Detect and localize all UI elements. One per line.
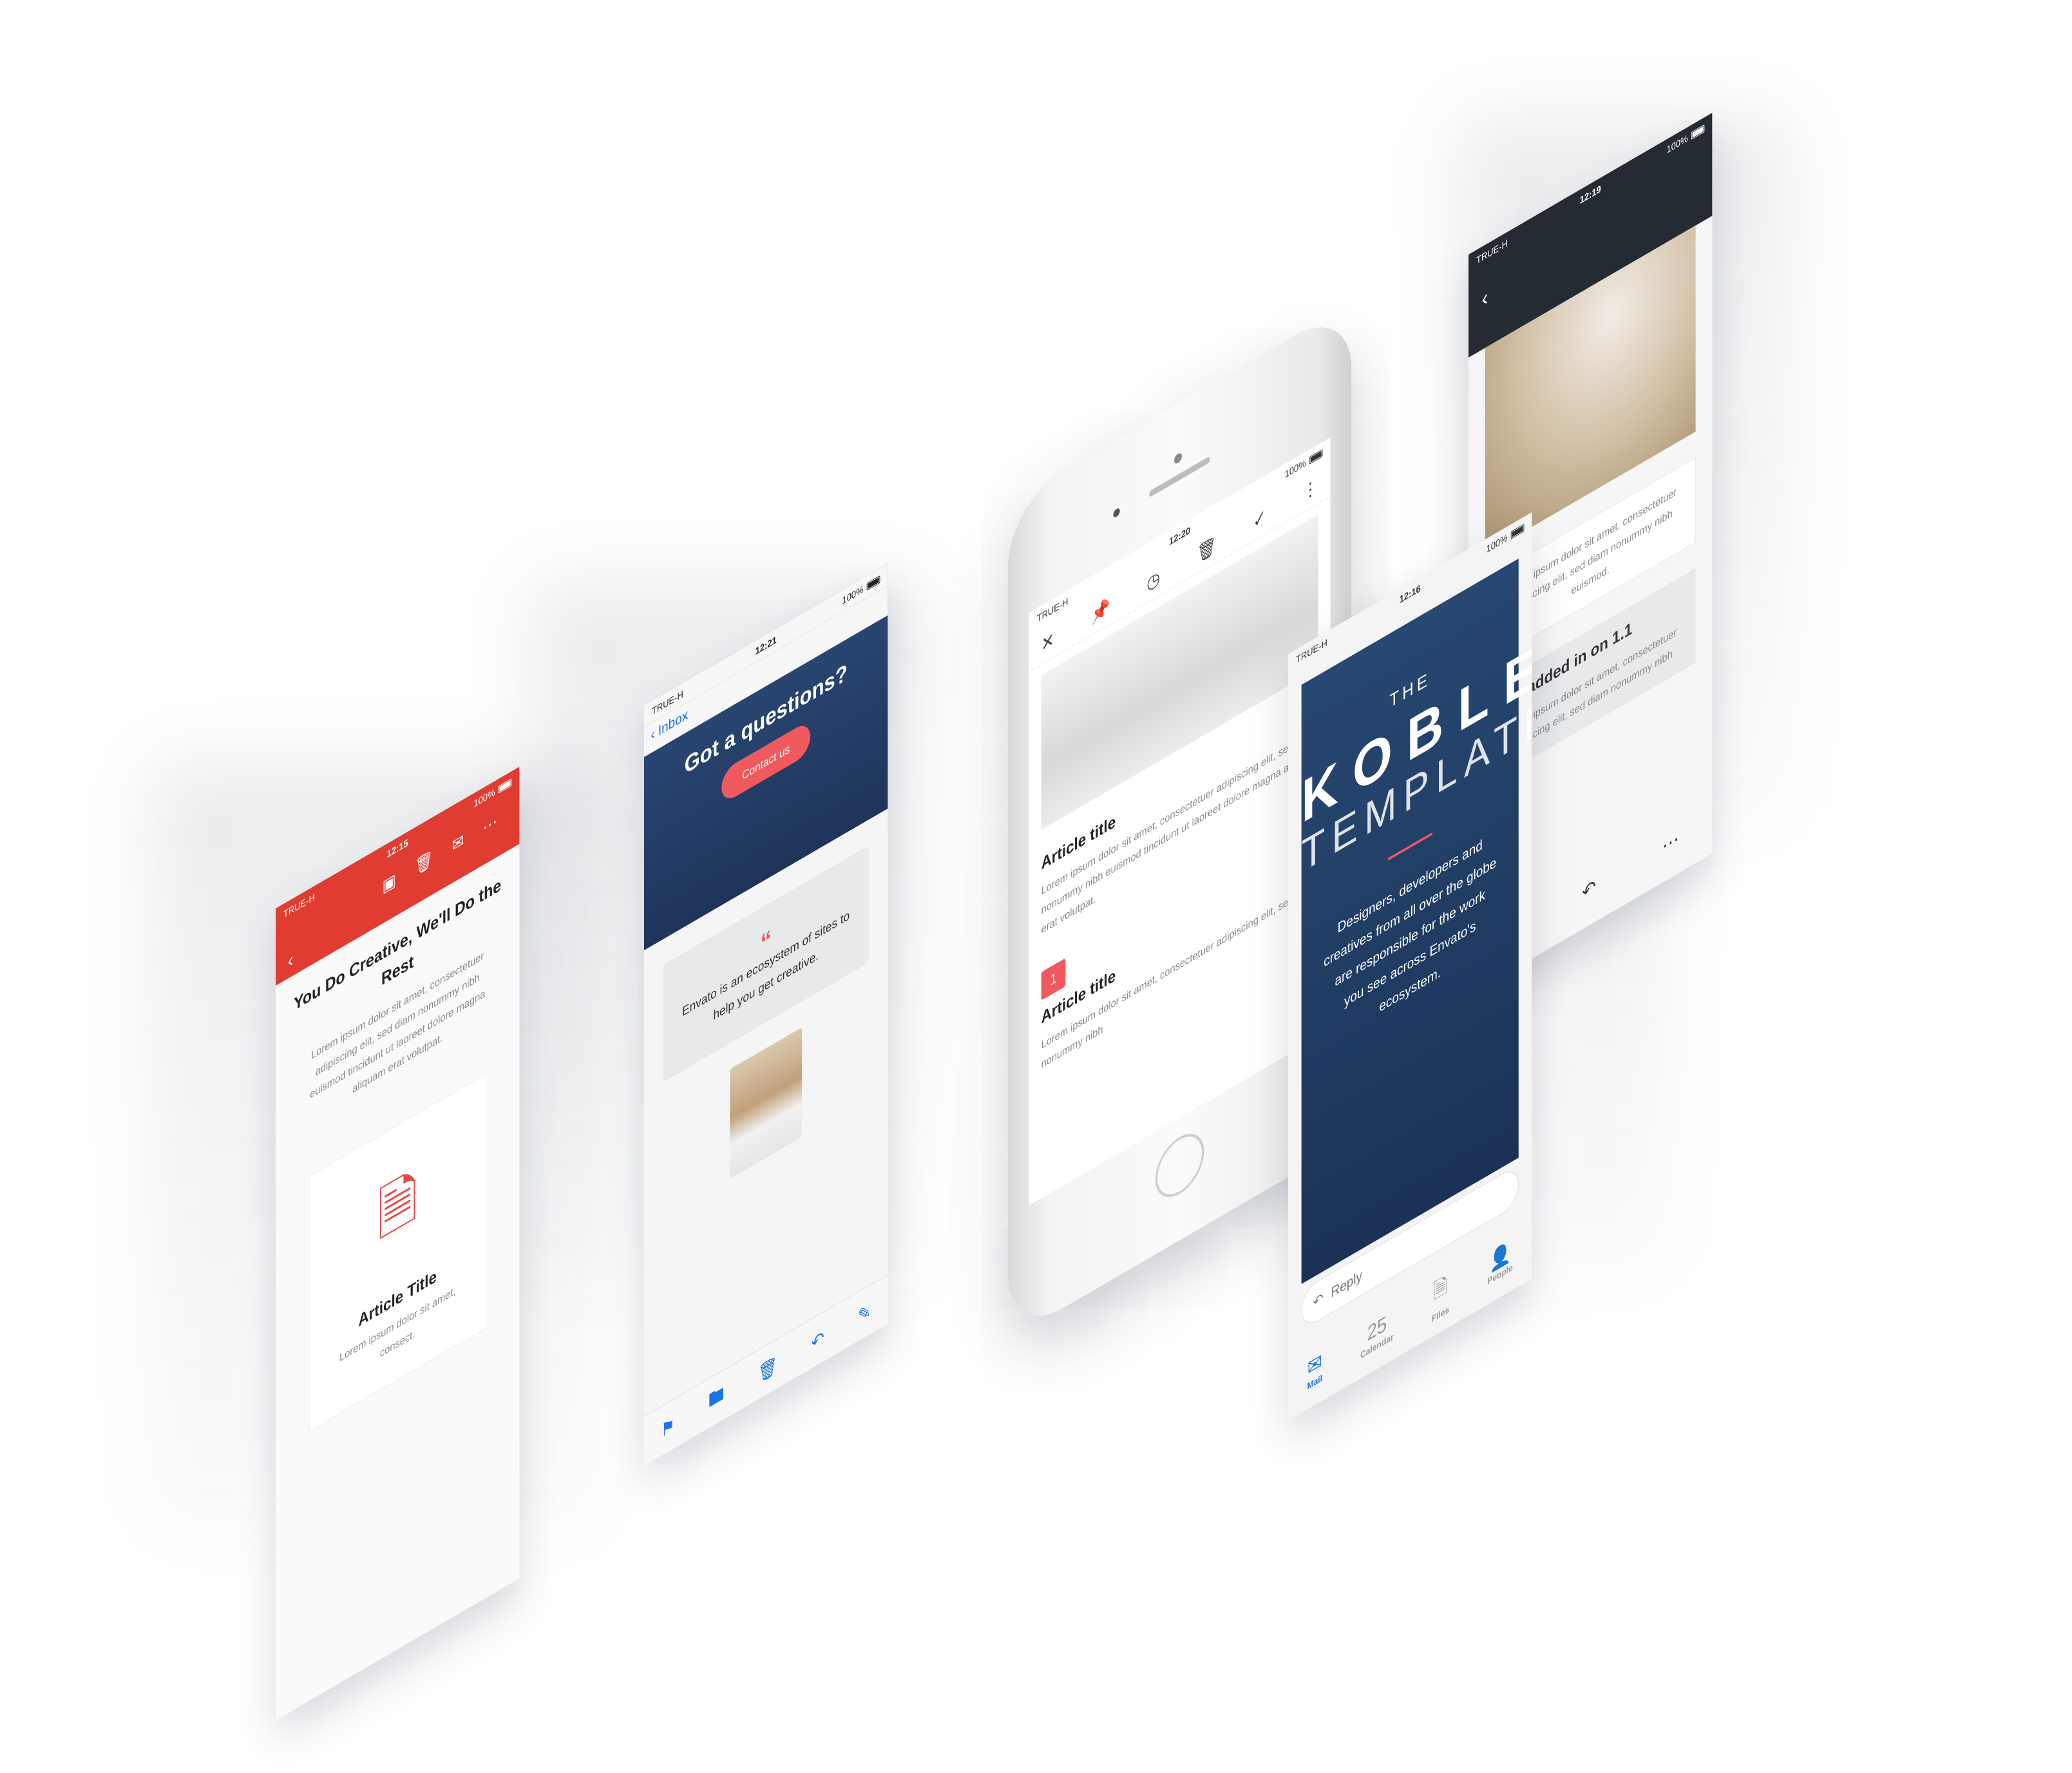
front-camera — [1113, 507, 1120, 519]
clock-icon[interactable]: ◷ — [1146, 566, 1160, 595]
reply-icon[interactable]: ↶ — [1582, 874, 1596, 905]
screen-contact: TRUE-H 12:21 100% ‹ Inbox Got a question… — [644, 564, 888, 1466]
reply-icon[interactable]: ↶ — [811, 1326, 824, 1355]
screen-koble: TRUE-H 12:16 100% THE KOBLE TEMPLATE Des… — [1288, 512, 1532, 1421]
pin-icon[interactable]: 📌 — [1091, 595, 1110, 628]
avatar — [730, 1027, 803, 1179]
reply-icon: ↶ — [1313, 1289, 1324, 1312]
tab-people[interactable]: 👤 People — [1487, 1237, 1512, 1287]
more-vertical-icon[interactable]: ⋮ — [1302, 474, 1318, 504]
tab-mail[interactable]: ✉ Mail — [1307, 1348, 1322, 1392]
more-icon[interactable]: ⋯ — [1662, 826, 1679, 858]
article-card[interactable]: 🗎 Article Title Lorem ipsum dolor sit am… — [309, 1073, 486, 1432]
home-button[interactable] — [1155, 1123, 1204, 1208]
compose-icon[interactable]: ✎ — [858, 1299, 871, 1328]
phone-display: TRUE-H 12:20 100% ✕ 📌 ◷ 🗑 ✓ ⋮ Article ti… — [1029, 437, 1331, 1205]
trash-icon[interactable]: 🗑 — [758, 1353, 778, 1386]
trash-icon[interactable]: 🗑 — [1197, 533, 1217, 566]
trash-icon[interactable]: 🗑 — [415, 848, 433, 879]
screen-newsletter-red: TRUE-H 12:15 100% ▣ 🗑 ✉ ⋯ ‹ You Do Creat… — [276, 767, 520, 1720]
number-badge: 1 — [1041, 958, 1066, 1001]
accent-line — [1387, 832, 1432, 861]
koble-hero: THE KOBLE TEMPLATE Designers, developers… — [1301, 559, 1532, 1284]
document-search-icon: 🗎 — [377, 1162, 418, 1251]
mail-icon[interactable]: ✉ — [452, 830, 464, 857]
folder-icon[interactable]: 🖿 — [708, 1379, 724, 1419]
tab-calendar[interactable]: 25 Calendar — [1360, 1307, 1394, 1360]
camera — [1174, 452, 1183, 465]
speaker — [1149, 455, 1210, 498]
tab-files[interactable]: 🗎 Files — [1432, 1269, 1449, 1324]
archive-icon[interactable]: ▣ — [383, 869, 396, 897]
more-icon[interactable]: ⋯ — [483, 810, 497, 839]
close-icon[interactable]: ✕ — [1041, 628, 1054, 656]
back-chevron-icon[interactable]: ‹ — [288, 948, 294, 973]
check-icon[interactable]: ✓ — [1253, 504, 1266, 533]
reply-label: Reply — [1331, 1267, 1362, 1301]
flag-icon[interactable]: ⚑ — [661, 1413, 675, 1442]
mail-toolbar: ⚑ 🖿 🗑 ↶ ✎ — [644, 1274, 888, 1466]
